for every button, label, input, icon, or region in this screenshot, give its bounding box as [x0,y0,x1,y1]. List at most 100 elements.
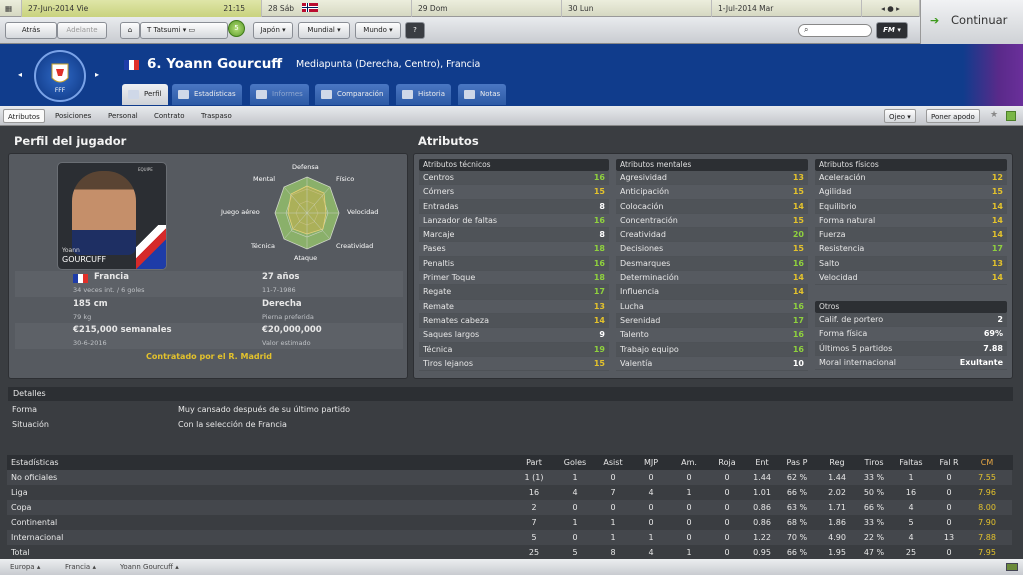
stats-column-header[interactable]: Reg [820,455,854,470]
subnav-transfer[interactable]: Traspaso [197,109,236,123]
previous-player-icon[interactable]: ◂ [18,70,22,79]
attribute-row[interactable]: Determinación 14 [616,271,808,286]
current-date-cell[interactable]: 27-Jun-2014 Vie 21:15 [22,0,262,17]
stats-column-header[interactable]: Part [517,455,551,470]
edit-icon[interactable] [1006,111,1016,121]
table-row[interactable]: No oficiales 1 (1) 1 0 0 0 0 1.44 62 % 1.44 33 % 1 0… [7,470,1012,485]
back-button[interactable]: Atrás [5,22,57,39]
attribute-row[interactable]: Colocación 14 [616,199,808,214]
subnav-contract[interactable]: Contrato [150,109,189,123]
star-icon[interactable]: ★ [990,110,998,120]
attribute-row[interactable]: Concentración 15 [616,214,808,229]
attribute-row[interactable]: Velocidad 14 [815,271,1007,286]
forward-button[interactable]: Adelante [57,22,107,39]
attribute-row[interactable]: Creatividad 20 [616,228,808,243]
attribute-row[interactable]: Trabajo equipo 16 [616,342,808,357]
tab-statistics[interactable]: Estadísticas [172,84,242,105]
notification-badge[interactable]: 5 [228,20,245,37]
attribute-row[interactable]: Forma natural 14 [815,214,1007,229]
attribute-row[interactable]: Moral internacional Exultante [815,356,1007,371]
contract-club[interactable]: Contratado por el R. Madrid [9,352,409,361]
attribute-row[interactable]: Desmarques 16 [616,256,808,272]
attribute-row[interactable]: Técnica 19 [419,342,609,357]
stats-column-header[interactable]: Goles [558,455,592,470]
attribute-row[interactable]: Lanzador de faltas 16 [419,214,609,229]
attribute-row[interactable]: Últimos 5 partidos 7.88 [815,341,1007,356]
manager-menu[interactable]: T Tatsumi ▾ ▭ [140,22,228,39]
previous-icon[interactable]: ◂ [881,4,885,13]
attribute-row[interactable]: Tiros lejanos 15 [419,357,609,372]
attribute-row[interactable]: Fuerza 14 [815,228,1007,243]
attribute-row[interactable]: Entradas 8 [419,199,609,214]
attribute-row[interactable]: Centros 16 [419,171,609,186]
breadcrumb-player[interactable]: Yoann Gourcuff ▴ [120,559,179,575]
calendar-day[interactable]: 30 Lun [562,0,712,17]
stats-column-header[interactable]: Fal R [932,455,966,470]
calendar-scroll-controls[interactable]: ◂ ● ▸ [862,0,920,17]
table-row[interactable]: Copa 2 0 0 0 0 0 0.86 63 % 1.71 66 % 4 0 8.00 [7,500,1012,515]
stats-column-header[interactable]: Tiros [857,455,891,470]
calendar-day[interactable]: 29 Dom [412,0,562,17]
attribute-row[interactable]: Aceleración 12 [815,171,1007,186]
subnav-positions[interactable]: Posiciones [51,109,95,123]
attribute-row[interactable]: Córners 15 [419,185,609,200]
calendar-icon[interactable]: ▦ [0,0,22,17]
stats-column-header[interactable]: Faltas [894,455,928,470]
attribute-row[interactable]: Agilidad 15 [815,185,1007,200]
stats-column-header[interactable]: MJP [634,455,668,470]
table-row[interactable]: Internacional 5 0 1 1 0 0 1.22 70 % 4.90 22 % 4 13 7.… [7,530,1012,545]
world-menu[interactable]: Mundo ▾ [355,22,401,39]
table-row[interactable]: Total 25 5 8 4 1 0 0.95 66 % 1.95 47 % 25 0 7.95 [7,545,1012,560]
japan-menu[interactable]: Japón ▾ [253,22,293,39]
attribute-row[interactable]: Forma física 69% [815,327,1007,342]
attribute-row[interactable]: Equilibrio 14 [815,199,1007,214]
attribute-row[interactable]: Remates cabeza 14 [419,313,609,329]
attribute-row[interactable]: Remate 13 [419,300,609,314]
attribute-row[interactable]: Saques largos 9 [419,328,609,343]
stats-column-header[interactable]: Pas P [780,455,814,470]
breadcrumb-france[interactable]: Francia ▴ [65,559,96,575]
subnav-personal[interactable]: Personal [104,109,142,123]
attribute-row[interactable]: Calif. de portero 2 [815,313,1007,328]
attribute-row[interactable]: Serenidad 17 [616,313,808,329]
attribute-row[interactable]: Valentía 10 [616,357,808,372]
tab-history[interactable]: Historia [396,84,451,105]
attribute-row[interactable]: Marcaje 8 [419,228,609,243]
attribute-row[interactable]: Talento 16 [616,328,808,343]
stats-column-header[interactable]: Roja [710,455,744,470]
tab-comparison[interactable]: Comparación [315,84,390,105]
scout-button[interactable]: Ojeo ▾ [884,109,916,123]
dot-icon[interactable]: ● [887,4,894,13]
calendar-day[interactable]: 28 Sáb [262,0,412,17]
attribute-row[interactable]: Lucha 16 [616,300,808,314]
window-icon[interactable] [1006,563,1018,571]
stats-column-header[interactable]: CM [970,455,1004,470]
attribute-row[interactable]: Primer Toque 18 [419,271,609,286]
breadcrumb-europe[interactable]: Europa ▴ [10,559,40,575]
next-icon[interactable]: ▸ [896,4,900,13]
world-cup-menu[interactable]: Mundial ▾ [298,22,350,39]
table-row[interactable]: Liga 16 4 7 4 1 0 1.01 66 % 2.02 50 % 16 0 7.96 [7,485,1012,500]
calendar-day[interactable]: 1-Jul-2014 Mar [712,0,862,17]
stats-column-header[interactable]: Ent [745,455,779,470]
attribute-row[interactable]: Influencia 14 [616,285,808,300]
next-player-icon[interactable]: ▸ [95,70,99,79]
home-icon[interactable]: ⌂ [120,22,140,39]
tab-notes[interactable]: Notas [458,84,507,105]
attribute-row[interactable]: Regate 17 [419,285,609,300]
attribute-row[interactable]: Pases 18 [419,242,609,257]
table-row[interactable]: Continental 7 1 1 0 0 0 0.86 68 % 1.86 33 % 5 0 7.90 [7,515,1012,530]
subnav-attributes[interactable]: Atributos [3,109,45,123]
fm-menu-button[interactable]: FM ▾ [876,22,908,39]
attribute-row[interactable]: Resistencia 17 [815,242,1007,257]
search-input[interactable]: ⌕ [798,24,872,37]
attribute-row[interactable]: Agresividad 13 [616,171,808,186]
nickname-button[interactable]: Poner apodo [926,109,980,123]
stats-column-header[interactable]: Am. [672,455,706,470]
tab-reports[interactable]: Informes [250,84,309,105]
stats-column-header[interactable]: Asist [596,455,630,470]
attribute-row[interactable]: Salto 13 [815,256,1007,272]
continue-button[interactable]: ➔ Continuar [920,0,1023,44]
tab-profile[interactable]: Perfil [122,84,168,105]
help-button[interactable]: ? [405,22,425,39]
